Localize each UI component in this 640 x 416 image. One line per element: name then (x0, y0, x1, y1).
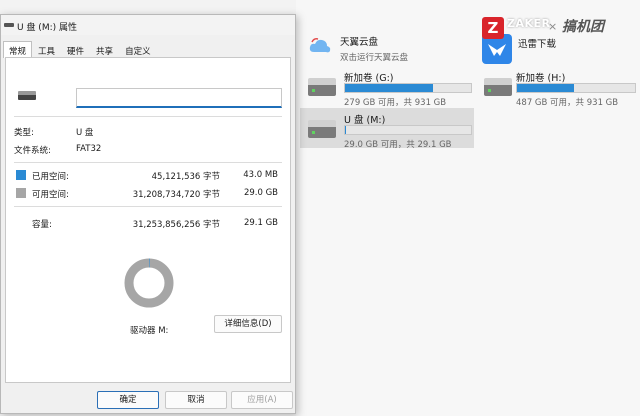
used-space-label: 已用空间: (32, 172, 69, 182)
drive-usage-bar (344, 83, 472, 93)
drive-m[interactable]: U 盘 (M:) 29.0 GB 可用，共 29.1 GB (300, 108, 474, 150)
filesystem-value: FAT32 (76, 144, 102, 154)
used-space-swatch (16, 170, 26, 180)
volume-name-input[interactable] (76, 88, 282, 108)
zaker-watermark: Z ZAKER × 搞机团 (482, 14, 640, 54)
properties-dialog: U 盘 (M:) 属性 常规 工具 硬件 共享 自定义 类型: U 盘 文件系统… (0, 14, 296, 414)
divider (14, 162, 282, 163)
tile-title: 天翼云盘 (340, 37, 379, 48)
file-explorer: 天翼云盘 双击运行天翼云盘 迅雷下载 新加卷 (G:) 279 GB 可用，共 … (296, 0, 640, 416)
general-panel: 类型: U 盘 文件系统: FAT32 已用空间: 45,121,536 字节 … (5, 57, 291, 383)
dialog-titlebar[interactable]: U 盘 (M:) 属性 (1, 15, 295, 35)
capacity-size: 29.1 GB (243, 218, 278, 228)
drive-free-text: 487 GB 可用，共 931 GB (516, 98, 619, 108)
drive-usage-bar (344, 125, 472, 135)
tile-tianyi-cloud[interactable]: 天翼云盘 双击运行天翼云盘 (308, 34, 408, 63)
drive-name: U 盘 (M:) (344, 115, 386, 126)
ok-button[interactable]: 确定 (97, 391, 159, 409)
hard-drive-icon (484, 78, 512, 96)
cloud-icon (309, 38, 331, 53)
tab-tools[interactable]: 工具 (32, 41, 61, 58)
free-space-size: 29.0 GB (243, 188, 278, 198)
tile-subtitle: 双击运行天翼云盘 (340, 53, 409, 63)
free-space-bytes: 31,208,734,720 字节 (132, 190, 220, 200)
hard-drive-icon (308, 120, 336, 138)
free-space-swatch (16, 188, 26, 198)
drive-name: 新加卷 (H:) (516, 73, 566, 84)
used-space-size: 43.0 MB (243, 170, 278, 180)
donut-free-ring (124, 258, 174, 308)
drive-icon (4, 23, 14, 27)
cancel-button[interactable]: 取消 (165, 391, 227, 409)
free-space-label: 可用空间: (32, 190, 69, 200)
dialog-title: U 盘 (M:) 属性 (17, 23, 77, 33)
details-button[interactable]: 详细信息(D) (214, 315, 282, 333)
filesystem-label: 文件系统: (14, 146, 51, 156)
usage-donut-chart (124, 258, 174, 308)
divider (14, 116, 282, 117)
usb-drive-icon (18, 91, 36, 101)
drive-free-text: 29.0 GB 可用，共 29.1 GB (344, 140, 452, 150)
tab-strip: 常规 工具 硬件 共享 自定义 (3, 41, 157, 58)
capacity-bytes: 31,253,856,256 字节 (132, 220, 220, 230)
tab-sharing[interactable]: 共享 (90, 41, 119, 58)
apply-button[interactable]: 应用(A) (231, 391, 293, 409)
drive-g[interactable]: 新加卷 (G:) 279 GB 可用，共 931 GB (300, 66, 474, 108)
watermark-separator: × (548, 20, 558, 33)
capacity-label: 容量: (32, 220, 52, 230)
type-value: U 盘 (76, 128, 94, 138)
drive-name: 新加卷 (G:) (344, 73, 394, 84)
drive-h[interactable]: 新加卷 (H:) 487 GB 可用，共 931 GB (476, 66, 636, 108)
drive-letter-label: 驱动器 M: (130, 326, 169, 336)
tab-general[interactable]: 常规 (3, 41, 33, 58)
used-space-bytes: 45,121,536 字节 (151, 172, 220, 182)
drive-usage-bar (516, 83, 636, 93)
drive-free-text: 279 GB 可用，共 931 GB (344, 98, 447, 108)
zaker-wordmark: ZAKER (507, 17, 551, 30)
tab-hardware[interactable]: 硬件 (61, 41, 90, 58)
divider (14, 206, 282, 207)
tab-customize[interactable]: 自定义 (119, 41, 157, 58)
type-label: 类型: (14, 128, 34, 138)
hard-drive-icon (308, 78, 336, 96)
brand-wordmark: 搞机团 (562, 19, 604, 35)
zaker-logo-icon: Z (482, 17, 504, 39)
